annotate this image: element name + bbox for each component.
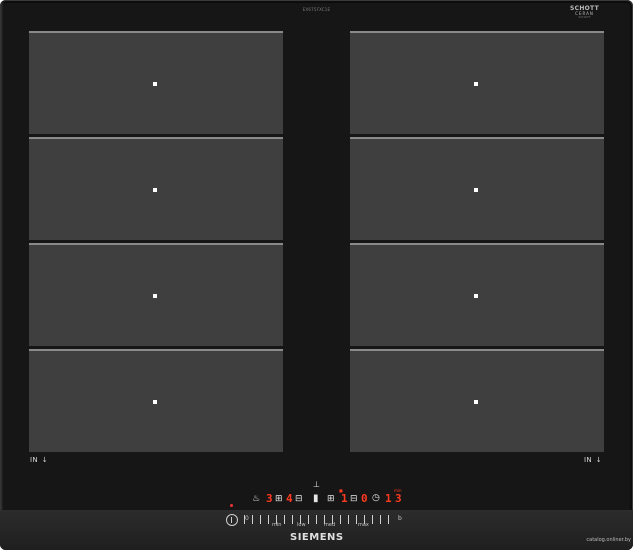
zone-right-3[interactable] — [350, 243, 604, 346]
zone-right-1[interactable] — [350, 31, 604, 134]
pan-icon[interactable]: ♨ — [252, 495, 260, 504]
glass-edge — [0, 0, 4, 550]
slider-med-label: med — [324, 522, 336, 528]
left-in-indicator: IN ↓ — [30, 456, 48, 464]
right-in-indicator: IN ↓ — [584, 456, 602, 464]
zone-display-4: 0 — [361, 492, 368, 505]
zone-select-icon[interactable]: ⊟ — [295, 495, 303, 504]
zone-center-marker — [474, 294, 478, 298]
slider-min-label: min — [272, 522, 282, 528]
zone-select-icon[interactable]: ⊞ — [275, 495, 283, 504]
zone-right-2[interactable] — [350, 137, 604, 240]
zone-center-marker — [474, 188, 478, 192]
down-arrow-icon: ↓ — [41, 456, 49, 464]
zone-center-marker — [153, 82, 157, 86]
zone-center-marker — [153, 400, 157, 404]
zone-display-3: 1 — [341, 492, 348, 505]
model-number: EX675FXC1E — [302, 7, 331, 12]
timer-display-ones: 3 — [395, 492, 402, 505]
zone-select-icon[interactable]: ⊟ — [350, 495, 358, 504]
zone-display-1: 3 — [266, 492, 273, 505]
glass-brand-logo: SCHOTT CERAN SCHOTT — [570, 6, 599, 19]
slider-low-label: low — [297, 522, 306, 528]
flex-zone-icon[interactable]: ▮ — [313, 494, 319, 504]
timer-icon[interactable]: ◷ — [372, 494, 380, 503]
zone-center-marker — [474, 82, 478, 86]
source-watermark: catalog.onliner.by — [586, 537, 631, 543]
slider-zero-label: 0 — [245, 515, 249, 522]
zone-center-marker — [153, 294, 157, 298]
timer-display-tens: 1 — [385, 492, 392, 505]
pot-icon[interactable]: ⊥ — [313, 481, 320, 489]
zone-display-2: 4 — [286, 492, 293, 505]
down-arrow-icon: ↓ — [595, 456, 603, 464]
zone-center-marker — [474, 400, 478, 404]
left-in-label: IN — [30, 456, 38, 464]
zone-center-marker — [153, 188, 157, 192]
power-slider[interactable] — [244, 515, 392, 525]
zone-left-3[interactable] — [29, 243, 283, 346]
right-in-label: IN — [584, 456, 592, 464]
zone-left-1[interactable] — [29, 31, 283, 134]
glass-brand-small: SCHOTT — [578, 15, 591, 19]
slider-max-label: max — [358, 522, 369, 528]
zone-right-4[interactable] — [350, 349, 604, 452]
zone-left-4[interactable] — [29, 349, 283, 452]
boost-label[interactable]: b — [398, 515, 402, 522]
zone-left-2[interactable] — [29, 137, 283, 240]
zone-select-icon[interactable]: ⊞ — [327, 495, 335, 504]
manufacturer-logo: SIEMENS — [290, 532, 344, 543]
cooktop-surface: EX675FXC1E SCHOTT CERAN SCHOTT IN ↓ IN ↓ ⊥… — [0, 0, 633, 550]
power-led — [230, 504, 233, 507]
power-icon[interactable] — [226, 514, 238, 526]
